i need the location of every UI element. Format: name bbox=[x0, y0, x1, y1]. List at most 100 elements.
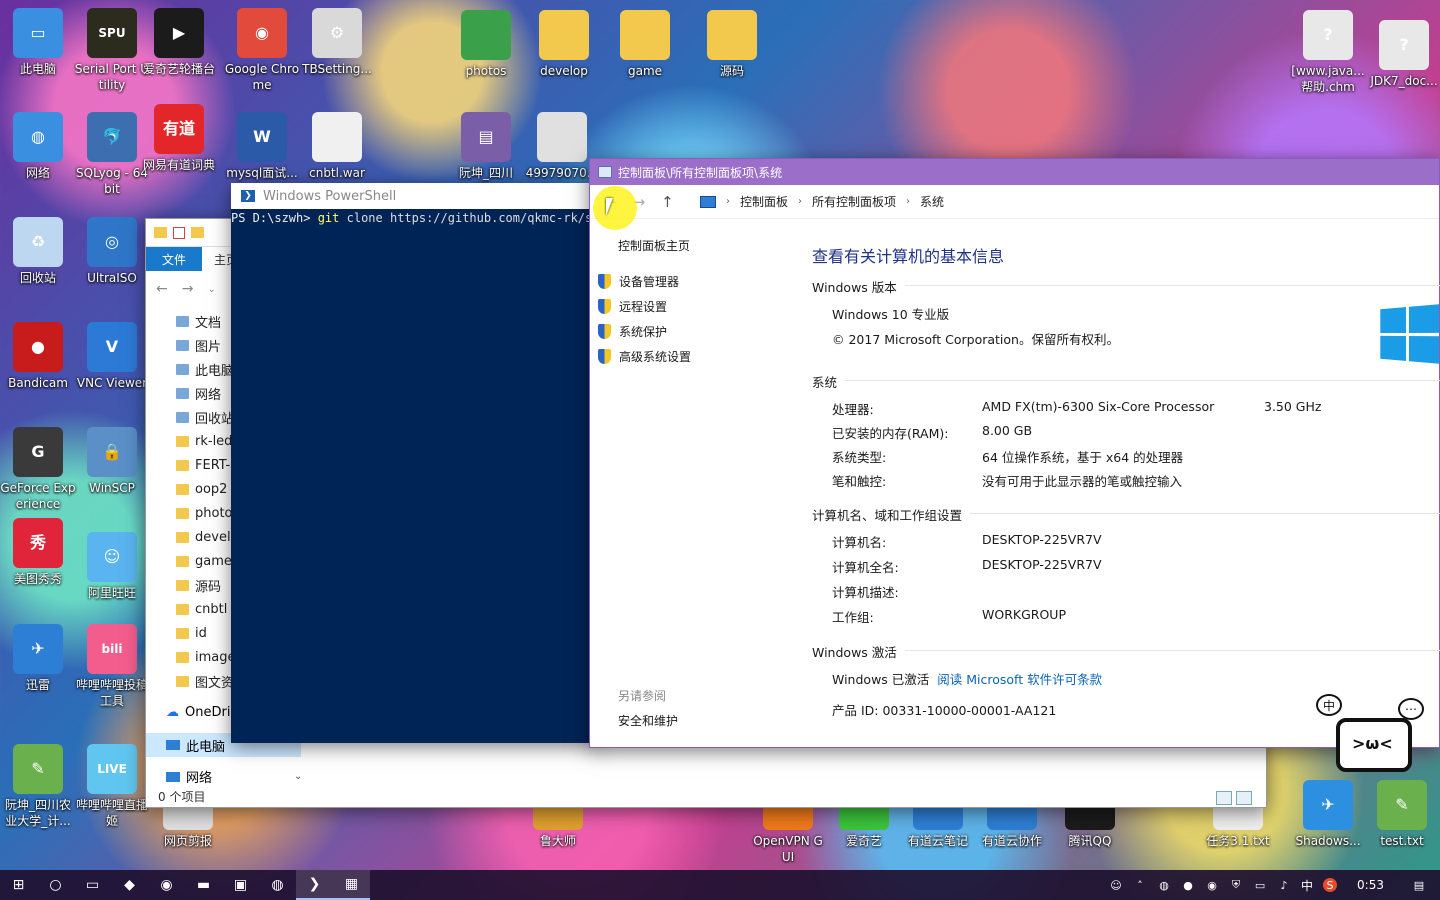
desktop-icon[interactable]: ? [www.java...帮助.chm bbox=[1290, 10, 1366, 95]
powershell-taskbar-icon[interactable]: ❯ bbox=[296, 870, 333, 900]
tree-label: image bbox=[195, 649, 236, 665]
recorder-icon[interactable]: ◍ bbox=[259, 870, 296, 900]
advanced-settings-link[interactable]: 高级系统设置 bbox=[598, 348, 691, 365]
ime-indicator[interactable]: 中 bbox=[1301, 877, 1313, 894]
desktop-icon[interactable]: ✈ Shadows... bbox=[1290, 780, 1366, 849]
chrome-taskbar-icon[interactable]: ◉ bbox=[148, 870, 185, 900]
shield-icon[interactable]: ⛨ bbox=[1229, 878, 1243, 892]
tree-label: 网络 bbox=[195, 387, 222, 403]
chevron-right-icon[interactable]: › bbox=[798, 196, 802, 207]
desktop-icon[interactable]: bili 哔哩哔哩投稿工具 bbox=[74, 624, 150, 709]
desktop-icon[interactable]: ◎ UltraISO bbox=[74, 217, 150, 286]
desktop-icon-label: photos bbox=[465, 64, 507, 78]
large-icons-view-icon[interactable] bbox=[1236, 791, 1252, 805]
network-tray-icon[interactable]: ◍ bbox=[1157, 878, 1171, 892]
chevron-down-icon[interactable]: ⌄ bbox=[207, 284, 215, 295]
desktop-icon[interactable]: 有道 网易有道词典 bbox=[141, 104, 217, 173]
control-panel-home-link[interactable]: 控制面板主页 bbox=[618, 237, 690, 254]
desktop-icon[interactable]: ✎ 阮坤_四川农业大学_计... bbox=[0, 744, 76, 829]
desktop-icon-label: OpenVPN GUI bbox=[753, 834, 823, 864]
desktop-icon-label: 源码 bbox=[719, 64, 744, 78]
chevron-right-icon[interactable]: › bbox=[726, 196, 730, 207]
desktop-icon[interactable]: ● Bandicam bbox=[0, 322, 76, 391]
forward-arrow-icon[interactable]: → bbox=[182, 281, 194, 297]
up-arrow-icon[interactable]: ↑ bbox=[661, 193, 674, 211]
chevron-right-icon[interactable]: › bbox=[906, 196, 910, 207]
people-icon[interactable]: ☺ bbox=[1109, 878, 1123, 892]
details-view-icon[interactable] bbox=[1216, 791, 1232, 805]
desktop-icon[interactable]: LIVE 哔哩哔哩直播姬 bbox=[74, 744, 150, 829]
wifi-icon[interactable]: ▭ bbox=[1253, 878, 1267, 892]
task-view-icon[interactable]: ▭ bbox=[74, 870, 111, 900]
desktop-icon[interactable]: ✈ 迅雷 bbox=[0, 624, 76, 693]
desktop-icon[interactable]: photos bbox=[448, 10, 524, 79]
desktop-icon[interactable]: ⚙ TBSetting... bbox=[299, 8, 375, 77]
desktop-icon[interactable]: ✎ test.txt bbox=[1364, 780, 1440, 849]
desktop-icon[interactable]: Wmysql面试... bbox=[224, 112, 300, 181]
tree-network[interactable]: 网络 ⌄ bbox=[166, 767, 302, 786]
license-terms-link[interactable]: 阅读 Microsoft 软件许可条款 bbox=[937, 672, 1102, 687]
device-manager-link[interactable]: 设备管理器 bbox=[598, 273, 679, 290]
desktop-icon[interactable]: develop bbox=[526, 10, 602, 79]
folder-icon bbox=[176, 651, 189, 663]
desktop-icon[interactable]: G GeForce Experience bbox=[0, 427, 76, 512]
folder-icon bbox=[620, 10, 670, 60]
desktop-icon-label: UltraISO bbox=[87, 271, 137, 285]
clock[interactable]: 0:53 bbox=[1357, 878, 1384, 892]
back-arrow-icon[interactable]: ← bbox=[156, 281, 168, 297]
remote-settings-link[interactable]: 远程设置 bbox=[598, 298, 667, 315]
system-titlebar[interactable]: 控制面板\所有控制面板项\系统 bbox=[590, 159, 1439, 185]
system-window[interactable]: 控制面板\所有控制面板项\系统 ← → ↑ › 控制面板 › 所有控制面板项 ›… bbox=[589, 158, 1440, 748]
desktop-icon[interactable]: SPU Serial Port Utility bbox=[74, 8, 150, 93]
breadcrumb-item[interactable]: 系统 bbox=[920, 193, 944, 210]
desktop-icon[interactable]: game bbox=[607, 10, 683, 79]
desktop-icon[interactable]: ? JDK7_doc... bbox=[1366, 20, 1440, 89]
chevron-up-icon[interactable]: ˄ bbox=[1133, 878, 1147, 892]
folder-icon[interactable] bbox=[154, 227, 167, 238]
geforce-icon: G bbox=[13, 427, 63, 477]
computer-icon: ▭ bbox=[13, 8, 63, 58]
desktop-icon[interactable]: ▶ 爱奇艺轮播台 bbox=[141, 8, 217, 77]
wechat-tray-icon[interactable]: ◉ bbox=[1205, 878, 1219, 892]
desktop-icon-label: 鲁大师 bbox=[539, 834, 576, 848]
tab-file[interactable]: 文件 bbox=[146, 247, 202, 271]
folder-icon bbox=[707, 10, 757, 60]
notification-icon[interactable]: ▤ bbox=[1412, 878, 1426, 892]
breadcrumb-item[interactable]: 所有控制面板项 bbox=[812, 193, 896, 210]
volume-icon[interactable]: ♪ bbox=[1277, 878, 1291, 892]
control-panel-taskbar-icon[interactable]: ▦ bbox=[333, 870, 370, 900]
desktop-icon[interactable]: cnbtl.war bbox=[299, 112, 375, 181]
properties-icon[interactable] bbox=[173, 226, 185, 239]
chevron-down-icon[interactable]: ⌄ bbox=[294, 771, 302, 782]
desktop-icon[interactable]: ▭ 此电脑 bbox=[0, 8, 76, 77]
meitu-icon: 秀 bbox=[13, 518, 63, 568]
folder-icon[interactable] bbox=[191, 227, 204, 238]
qq-tray-icon[interactable]: ● bbox=[1181, 878, 1195, 892]
search-icon[interactable]: ○ bbox=[37, 870, 74, 900]
section-system: 系统 bbox=[812, 372, 1440, 391]
tree-onedrive[interactable]: ☁ OneDri bbox=[166, 705, 230, 720]
file-explorer-icon[interactable]: ▬ bbox=[185, 870, 222, 900]
powershell-window[interactable]: ❯ Windows PowerShell PS D:\szwh> git clo… bbox=[231, 183, 597, 743]
sogou-icon[interactable]: S bbox=[1323, 878, 1338, 892]
control-panel-icon bbox=[598, 166, 612, 178]
desktop-icon[interactable]: ◉ Google Chrome bbox=[224, 8, 300, 93]
desktop-icon[interactable]: 🐬 SQLyog - 64 bit bbox=[74, 112, 150, 197]
breadcrumb[interactable]: › 控制面板 › 所有控制面板项 › 系统 bbox=[694, 191, 944, 213]
desktop-icon[interactable]: 秀美图秀秀 bbox=[0, 518, 76, 587]
desktop-icon-label: develop bbox=[540, 64, 588, 78]
console-output[interactable]: PS D:\szwh> git clone https://github.com… bbox=[231, 209, 597, 225]
start-icon[interactable]: ⊞ bbox=[0, 870, 37, 900]
desktop-icon[interactable]: ◍ 网络 bbox=[0, 112, 76, 181]
breadcrumb-item[interactable]: 控制面板 bbox=[740, 193, 788, 210]
security-maintenance-link[interactable]: 安全和维护 bbox=[618, 712, 678, 729]
powershell-titlebar[interactable]: ❯ Windows PowerShell bbox=[231, 183, 597, 209]
desktop-icon[interactable]: 🔒 WinSCP bbox=[74, 427, 150, 496]
desktop-icon[interactable]: V VNC Viewer bbox=[74, 322, 150, 391]
system-protection-link[interactable]: 系统保护 bbox=[598, 323, 667, 340]
desktop-icon[interactable]: 源码 bbox=[694, 10, 770, 79]
desktop-icon[interactable]: ♻ 回收站 bbox=[0, 217, 76, 286]
iqiyi-taskbar-icon[interactable]: ▣ bbox=[222, 870, 259, 900]
store-icon[interactable]: ◆ bbox=[111, 870, 148, 900]
desktop-icon[interactable]: ☺ 阿里旺旺 bbox=[74, 532, 150, 601]
